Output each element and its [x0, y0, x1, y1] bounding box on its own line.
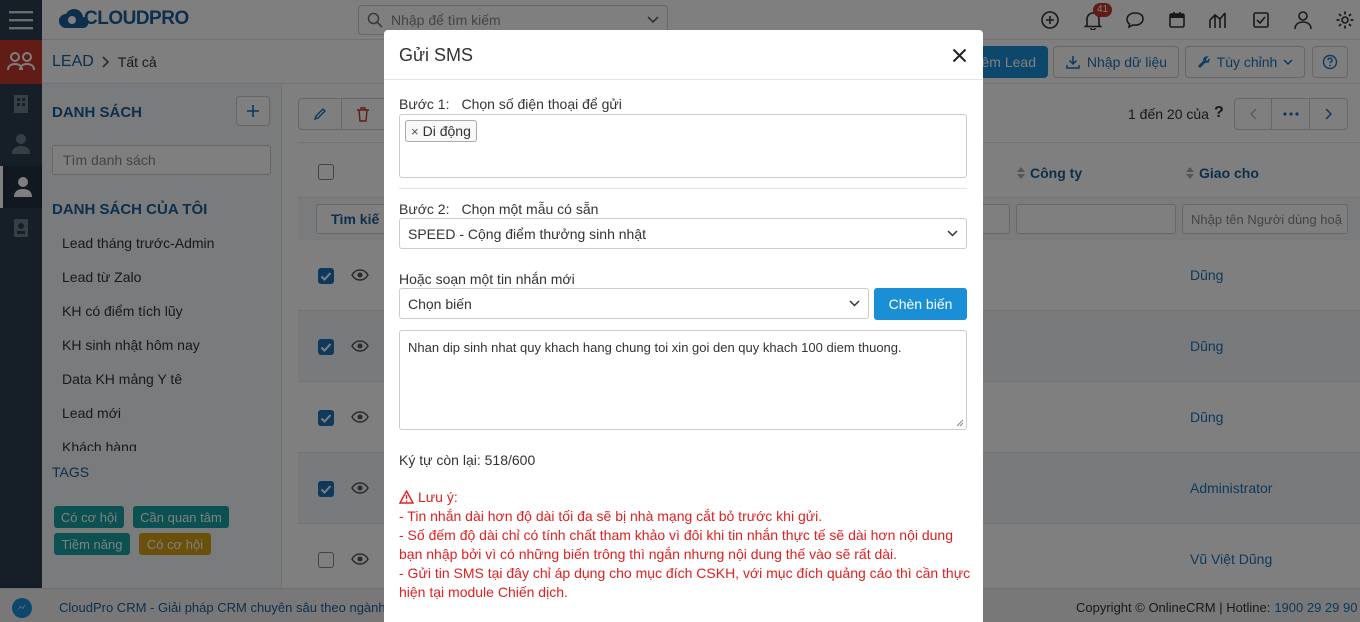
chevron-down-icon: [849, 300, 860, 307]
template-value: SPEED - Cộng điểm thưởng sinh nhật: [408, 225, 647, 242]
message-textarea[interactable]: Nhan dip sinh nhat quy khach hang chung …: [399, 330, 967, 430]
chevron-down-icon: [947, 230, 958, 237]
phone-tag-label: Di động: [422, 123, 471, 139]
note-line: bạn nhập bởi vì có những biến trông thì …: [399, 546, 898, 562]
step2-label: Bước 2: Chọn một mẫu có sẵn: [399, 201, 598, 217]
phone-tag-chip[interactable]: × Di động: [405, 120, 477, 142]
step1-text: Chọn số điện thoại để gửi: [461, 96, 622, 112]
template-select[interactable]: SPEED - Cộng điểm thưởng sinh nhật: [399, 218, 967, 249]
close-icon: [952, 48, 966, 62]
remove-tag-icon[interactable]: ×: [411, 124, 419, 139]
note-title: Lưu ý:: [418, 489, 458, 505]
note-line: - Gửi tin SMS tại đây chỉ áp dụng cho mụ…: [399, 565, 971, 581]
variable-select[interactable]: Chọn biến: [399, 288, 869, 319]
compose-label: Hoặc soạn một tin nhắn mới: [399, 271, 575, 287]
resize-handle-icon[interactable]: [956, 419, 964, 427]
close-button[interactable]: [948, 44, 970, 66]
note-heading: Lưu ý:: [399, 489, 458, 505]
phone-select[interactable]: × Di động: [399, 114, 967, 178]
divider: [399, 188, 967, 189]
note-line: - Tin nhắn dài hơn độ dài tối đa sẽ bị n…: [399, 508, 823, 524]
note-line: - Số đếm độ dài chỉ có tính chất tham kh…: [399, 527, 953, 543]
send-sms-modal: Gửi SMS Bước 1: Chọn số điện thoại để gử…: [384, 30, 983, 622]
step1-label: Bước 1: Chọn số điện thoại để gửi: [399, 96, 622, 112]
modal-header: Gửi SMS: [384, 30, 983, 80]
message-text: Nhan dip sinh nhat quy khach hang chung …: [408, 340, 902, 355]
chars-remaining: Ký tự còn lại: 518/600: [399, 452, 536, 468]
step2-text: Chọn một mẫu có sẵn: [461, 201, 599, 217]
step1-number: Bước 1:: [399, 96, 450, 112]
modal-title: Gửi SMS: [399, 45, 474, 65]
step2-number: Bước 2:: [399, 201, 450, 217]
insert-variable-button[interactable]: Chèn biến: [874, 288, 967, 320]
warning-icon: [399, 490, 414, 504]
note-line: hiện tại module Chiến dịch.: [399, 584, 568, 600]
variable-placeholder: Chọn biến: [408, 295, 472, 312]
